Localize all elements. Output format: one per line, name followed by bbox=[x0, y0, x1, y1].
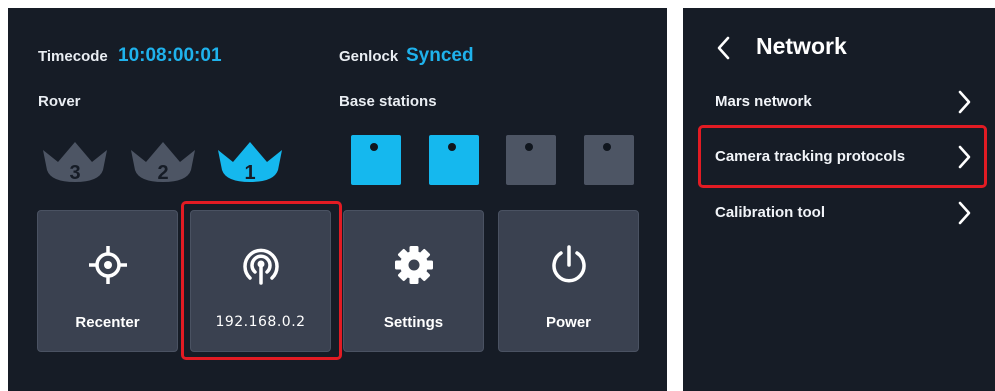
control-panel: Timecode 10:08:00:01 Genlock Synced Rove… bbox=[8, 8, 667, 391]
tile-label: Settings bbox=[383, 314, 444, 331]
chevron-right-icon bbox=[957, 200, 973, 226]
genlock-value: Synced bbox=[406, 45, 474, 66]
page-title: Network bbox=[756, 33, 847, 59]
chevron-right-icon bbox=[957, 144, 973, 170]
rover-number: 1 bbox=[244, 162, 255, 184]
base-station-2[interactable] bbox=[429, 135, 479, 185]
network-panel: Network Mars network Camera tracking pro… bbox=[683, 8, 995, 391]
base-station-4[interactable] bbox=[584, 135, 634, 185]
rover-number: 2 bbox=[157, 162, 168, 184]
rover-number: 3 bbox=[69, 162, 80, 184]
crosshair-icon bbox=[88, 245, 128, 285]
list-item-calibration-tool[interactable]: Calibration tool bbox=[683, 196, 995, 232]
recenter-button[interactable]: Recenter bbox=[37, 210, 178, 352]
settings-button[interactable]: Settings bbox=[343, 210, 484, 352]
gear-icon bbox=[394, 245, 434, 285]
station-indicator bbox=[370, 143, 378, 151]
list-item-camera-tracking-protocols[interactable]: Camera tracking protocols bbox=[683, 140, 995, 176]
rover-crown-icon: 1 bbox=[218, 142, 282, 184]
rover-2[interactable]: 2 bbox=[129, 140, 197, 184]
power-button[interactable]: Power bbox=[498, 210, 639, 352]
tile-label: 192.168.0.2 bbox=[215, 314, 306, 330]
tile-label: Recenter bbox=[75, 314, 140, 331]
list-item-label: Mars network bbox=[715, 93, 812, 110]
list-item-label: Calibration tool bbox=[715, 204, 825, 221]
chevron-right-icon bbox=[957, 89, 973, 115]
station-indicator bbox=[525, 143, 533, 151]
base-station-3[interactable] bbox=[506, 135, 556, 185]
station-indicator bbox=[603, 143, 611, 151]
genlock-label: Genlock bbox=[339, 48, 399, 65]
rover-crown-icon: 3 bbox=[43, 142, 107, 184]
list-item-label: Camera tracking protocols bbox=[715, 148, 906, 165]
rover-3[interactable]: 3 bbox=[41, 140, 109, 184]
timecode-label: Timecode bbox=[38, 48, 108, 65]
base-stations-label: Base stations bbox=[339, 93, 437, 110]
rover-1[interactable]: 1 bbox=[216, 140, 284, 184]
wireless-icon bbox=[241, 245, 281, 285]
ip-address-button[interactable]: 192.168.0.2 bbox=[190, 210, 331, 352]
station-indicator bbox=[448, 143, 456, 151]
power-icon bbox=[549, 245, 589, 285]
tile-label: Power bbox=[545, 314, 591, 331]
rover-label: Rover bbox=[38, 93, 81, 110]
rover-crown-icon: 2 bbox=[131, 142, 195, 184]
base-station-1[interactable] bbox=[351, 135, 401, 185]
timecode-value: 10:08:00:01 bbox=[118, 45, 222, 66]
back-chevron-icon[interactable] bbox=[715, 35, 731, 61]
list-item-mars-network[interactable]: Mars network bbox=[683, 85, 995, 121]
